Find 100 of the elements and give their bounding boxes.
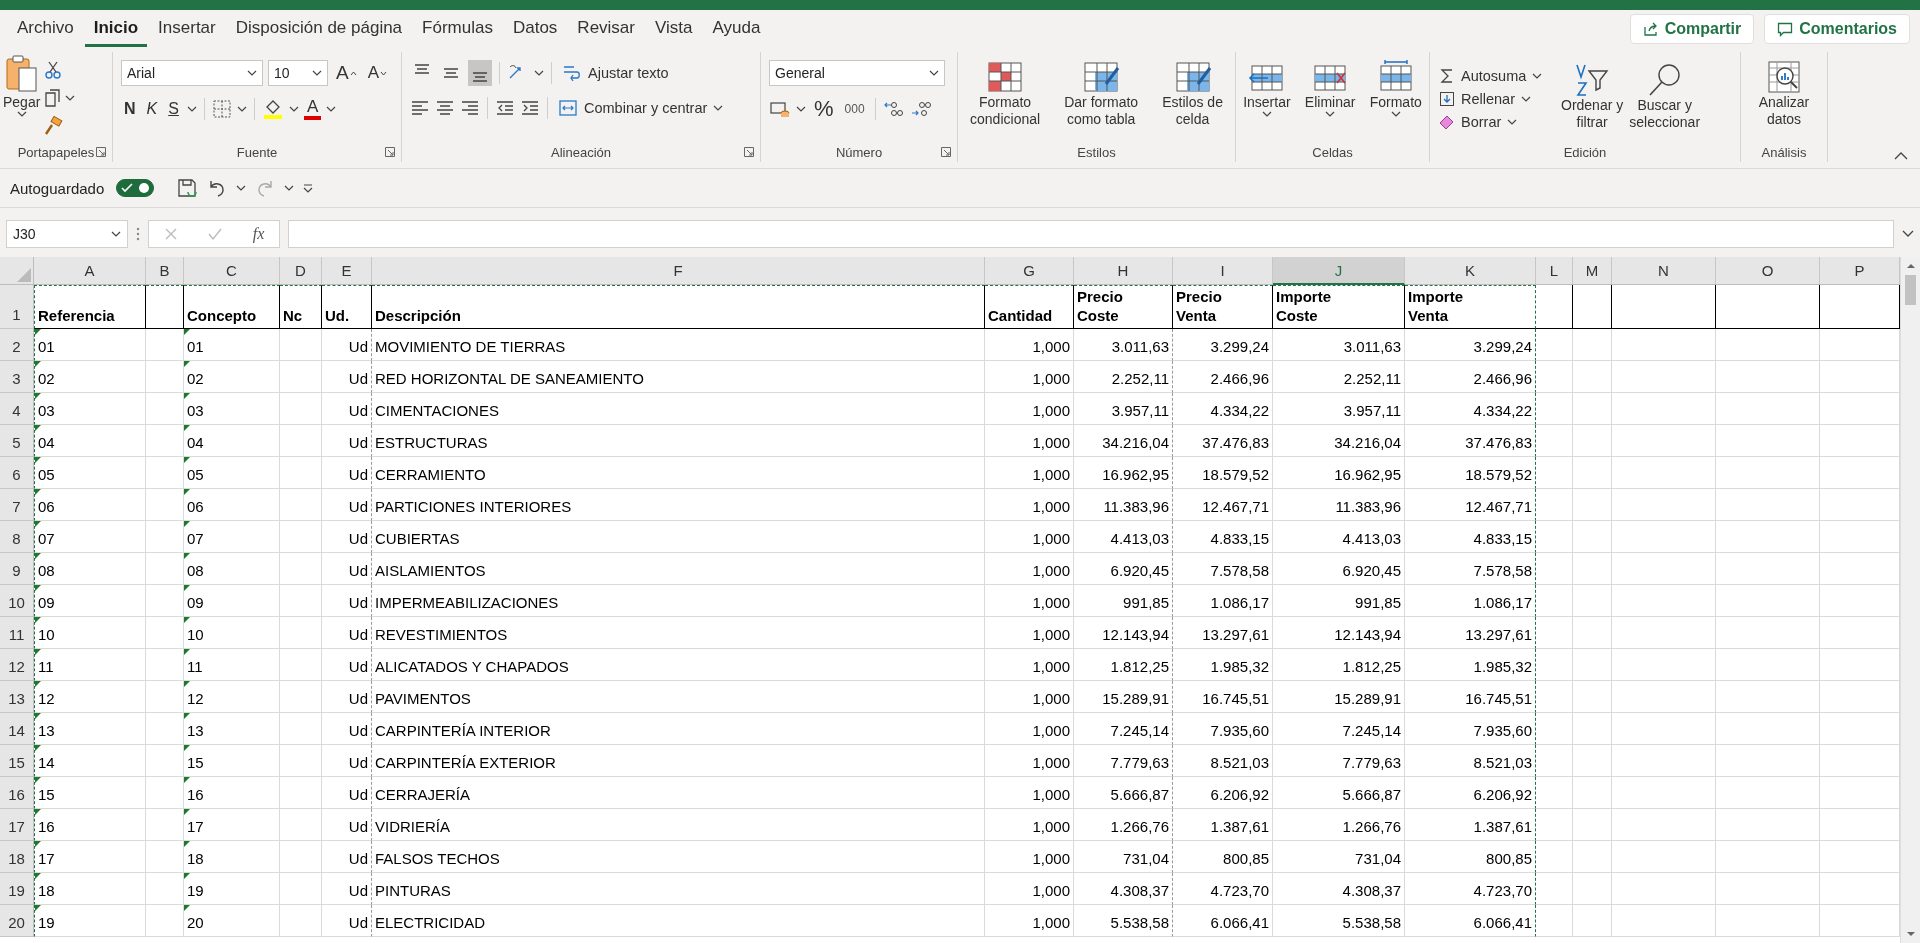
column-header[interactable]: M [1573,257,1612,285]
fill-button[interactable]: Rellenar [1436,89,1554,109]
column-header[interactable]: B [146,257,184,285]
underline-button[interactable]: S [165,96,182,122]
save-icon[interactable] [176,177,199,199]
caret-icon[interactable] [284,185,295,191]
row-header[interactable]: 1 [0,285,34,329]
row-header[interactable]: 14 [0,713,34,745]
font-size-field[interactable]: 10 [268,60,328,86]
row-header[interactable]: 10 [0,585,34,617]
fill-color-icon[interactable] [261,98,284,120]
caret-icon[interactable] [1390,111,1401,117]
row-header[interactable]: 18 [0,841,34,873]
caret-icon[interactable] [1532,73,1543,79]
grip-icon[interactable] [136,226,140,242]
ribbon-tab[interactable]: Disposición de página [226,11,412,47]
ribbon-tab[interactable]: Fórmulas [413,11,502,47]
caret-icon[interactable] [1325,111,1336,117]
find-select-button[interactable]: Buscar y seleccionar [1626,61,1704,133]
column-header[interactable]: C [184,257,280,285]
row-header[interactable]: 19 [0,873,34,905]
ribbon-tab[interactable]: Revisar [568,11,644,47]
cells-button[interactable]: Insertar [1240,58,1294,119]
align-left-icon[interactable] [410,98,430,118]
ribbon-tab[interactable]: Datos [503,11,567,47]
dialog-launcher-icon[interactable] [941,147,951,157]
cells-button[interactable]: Eliminar [1301,58,1359,119]
scroll-up-icon[interactable] [1905,263,1916,269]
caret-icon[interactable] [1261,111,1272,117]
column-header[interactable]: P [1820,257,1900,285]
percent-button[interactable]: % [811,96,837,122]
formula-input[interactable] [288,220,1894,248]
paste-button[interactable]: Pegar [0,52,44,142]
row-header[interactable]: 17 [0,809,34,841]
row-header[interactable]: 11 [0,617,34,649]
row-header[interactable]: 16 [0,777,34,809]
row-header[interactable]: 8 [0,521,34,553]
row-header[interactable]: 2 [0,329,34,361]
increase-indent-icon[interactable] [520,98,540,118]
cut-icon[interactable] [43,60,64,80]
row-header[interactable]: 4 [0,393,34,425]
column-header[interactable]: L [1536,257,1573,285]
dialog-launcher-icon[interactable] [96,147,106,157]
caret-icon[interactable] [236,106,247,112]
caret-icon[interactable] [288,106,299,112]
caret-icon[interactable] [65,95,76,101]
align-center-icon[interactable] [435,98,455,118]
column-header[interactable]: N [1612,257,1716,285]
caret-icon[interactable] [929,70,939,76]
increase-decimal-icon[interactable] [882,99,905,119]
row-header[interactable]: 9 [0,553,34,585]
decrease-indent-icon[interactable] [495,98,515,118]
caret-icon[interactable] [236,185,247,191]
caret-icon[interactable] [796,106,806,112]
number-format-field[interactable]: General [769,60,945,86]
column-header[interactable]: H [1074,257,1173,285]
font-color-button[interactable]: A [303,98,322,120]
column-header[interactable]: K [1405,257,1536,285]
scroll-down-icon[interactable] [1905,931,1916,937]
share-button[interactable]: Compartir [1629,14,1755,44]
thousands-button[interactable]: 000 [841,96,868,122]
collapse-ribbon-icon[interactable] [1894,152,1908,160]
scrollbar-thumb[interactable] [1905,275,1916,305]
merge-center-button[interactable]: Combinar y centrar [555,96,727,120]
column-header[interactable]: D [280,257,322,285]
column-header[interactable]: I [1173,257,1273,285]
decrease-decimal-icon[interactable] [909,99,932,119]
cells-button[interactable]: Formato [1366,58,1425,119]
wrap-text-button[interactable]: Ajustar texto [559,61,672,85]
row-header[interactable]: 20 [0,905,34,937]
bold-button[interactable]: N [121,96,139,122]
customize-toolbar-icon[interactable] [302,182,315,194]
style-button[interactable]: Estilos de celda [1159,58,1226,130]
caret-icon[interactable] [111,231,121,237]
caret-icon[interactable] [186,106,197,112]
row-header[interactable]: 6 [0,457,34,489]
caret-icon[interactable] [312,70,322,76]
ribbon-tab[interactable]: Inicio [84,11,148,47]
caret-icon[interactable] [247,70,257,76]
clear-button[interactable]: Borrar [1436,112,1554,132]
vertical-scrollbar[interactable] [1900,257,1920,943]
currency-icon[interactable] [769,99,791,119]
row-header[interactable]: 5 [0,425,34,457]
autosave-toggle[interactable] [116,179,155,197]
shrink-font-button[interactable]: A [364,60,391,86]
expand-formula-icon[interactable] [1902,230,1914,238]
format-painter-icon[interactable] [43,116,64,136]
style-button[interactable]: Dar formato como tabla [1061,58,1142,130]
caret-icon[interactable] [1507,119,1518,125]
ribbon-tab[interactable]: Insertar [149,11,225,47]
column-header[interactable]: E [322,257,372,285]
caret-icon[interactable] [326,106,337,112]
dialog-launcher-icon[interactable] [744,147,754,157]
column-header[interactable]: G [985,257,1074,285]
row-header[interactable]: 3 [0,361,34,393]
align-right-icon[interactable] [460,98,480,118]
font-name-field[interactable]: Arial [121,60,263,86]
dialog-launcher-icon[interactable] [385,147,395,157]
caret-icon[interactable] [1521,96,1531,102]
column-header[interactable]: J [1273,257,1405,285]
